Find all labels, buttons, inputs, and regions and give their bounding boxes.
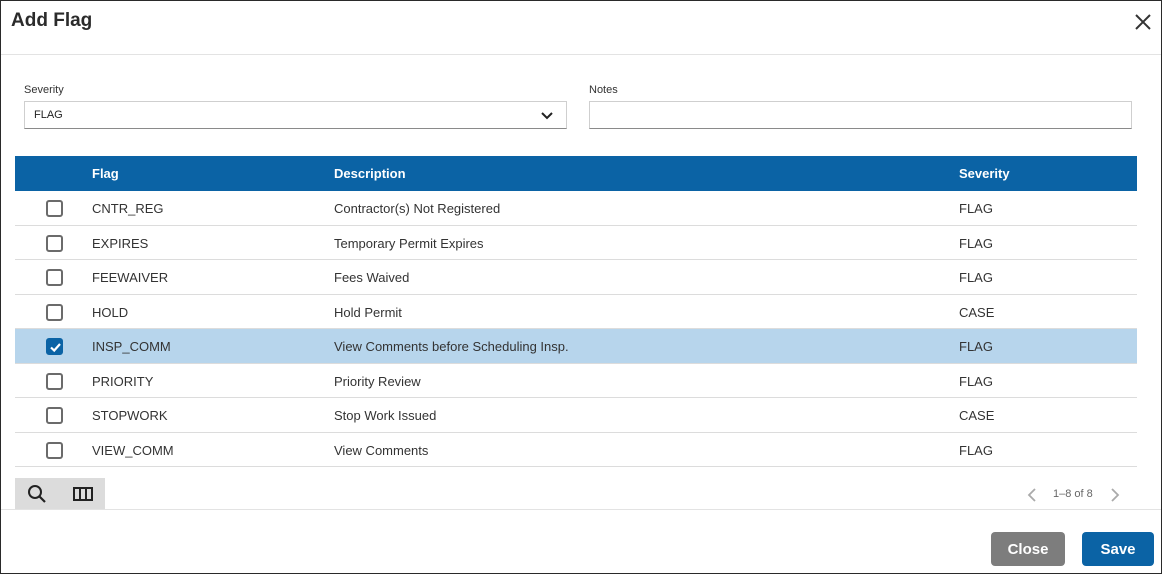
table-row[interactable]: PRIORITY Priority Review FLAG: [15, 363, 1137, 398]
pagination-text: 1–8 of 8: [1053, 488, 1093, 500]
cell-flag: STOPWORK: [92, 408, 168, 423]
cell-description: Fees Waived: [334, 270, 410, 285]
notes-input[interactable]: [589, 101, 1132, 129]
cell-description: Hold Permit: [334, 304, 402, 320]
close-button[interactable]: Close: [991, 532, 1065, 566]
search-icon[interactable]: [26, 484, 48, 504]
cell-description: Priority Review: [334, 373, 421, 389]
column-header-severity[interactable]: Severity: [959, 166, 1010, 181]
grid-toolbar: [15, 478, 105, 510]
severity-label: Severity: [24, 84, 64, 96]
add-flag-dialog: Add Flag Severity FLAG Notes Flag Descri…: [0, 0, 1162, 574]
row-checkbox[interactable]: [46, 269, 63, 286]
cell-flag: HOLD: [92, 304, 129, 320]
table-header: Flag Description Severity: [15, 156, 1137, 191]
chevron-down-icon: [540, 109, 554, 123]
cell-description: View Comments before Scheduling Insp.: [334, 339, 569, 354]
cell-severity: FLAG: [959, 373, 993, 389]
columns-icon[interactable]: [72, 484, 94, 504]
row-checkbox[interactable]: [46, 441, 63, 459]
severity-select[interactable]: FLAG: [24, 101, 567, 129]
cell-severity: FLAG: [959, 201, 993, 216]
table-row[interactable]: FEEWAIVER Fees Waived FLAG: [15, 260, 1137, 295]
cell-severity: FLAG: [959, 235, 993, 251]
cell-description: Stop Work Issued: [334, 408, 437, 423]
cell-flag: CNTR_REG: [92, 201, 164, 216]
cell-severity: CASE: [959, 408, 995, 423]
cell-flag: INSP_COMM: [92, 339, 171, 354]
flags-table: Flag Description Severity CNTR_REG Contra…: [15, 156, 1137, 467]
column-header-description[interactable]: Description: [334, 166, 406, 181]
table-row[interactable]: VIEW_COMM View Comments FLAG: [15, 432, 1137, 467]
row-checkbox[interactable]: [46, 303, 63, 321]
cell-flag: VIEW_COMM: [92, 442, 174, 458]
row-checkbox[interactable]: [46, 338, 63, 355]
severity-select-value: FLAG: [34, 109, 63, 121]
row-checkbox[interactable]: [46, 372, 63, 390]
chevron-right-icon[interactable]: [1109, 487, 1121, 503]
cell-flag: FEEWAIVER: [92, 270, 169, 285]
close-icon[interactable]: [1132, 11, 1154, 33]
notes-label: Notes: [589, 84, 618, 96]
row-checkbox[interactable]: [46, 234, 63, 252]
cell-severity: FLAG: [959, 270, 993, 285]
table-body: CNTR_REG Contractor(s) Not Registered FLAG…: [15, 191, 1137, 467]
table-row[interactable]: HOLD Hold Permit CASE: [15, 294, 1137, 329]
table-row[interactable]: EXPIRES Temporary Permit Expires FLAG: [15, 225, 1137, 260]
dialog-header: Add Flag: [1, 1, 1161, 55]
cell-flag: PRIORITY: [92, 373, 154, 389]
dialog-title: Add Flag: [11, 10, 93, 31]
cell-description: Contractor(s) Not Registered: [334, 201, 501, 216]
column-header-flag[interactable]: Flag: [92, 166, 119, 181]
cell-severity: FLAG: [959, 442, 993, 458]
footer-divider: [1, 509, 1161, 510]
cell-severity: CASE: [959, 304, 995, 320]
table-row[interactable]: STOPWORK Stop Work Issued CASE: [15, 398, 1137, 433]
cell-description: View Comments: [334, 442, 429, 458]
cell-severity: FLAG: [959, 339, 993, 354]
chevron-left-icon[interactable]: [1026, 487, 1038, 503]
row-checkbox[interactable]: [46, 407, 63, 424]
cell-flag: EXPIRES: [92, 235, 149, 251]
row-checkbox[interactable]: [46, 200, 63, 217]
table-row[interactable]: CNTR_REG Contractor(s) Not Registered FLAG: [15, 191, 1137, 226]
table-row[interactable]: INSP_COMM View Comments before Scheduling…: [15, 329, 1137, 364]
cell-description: Temporary Permit Expires: [334, 235, 484, 251]
save-button[interactable]: Save: [1082, 532, 1154, 566]
